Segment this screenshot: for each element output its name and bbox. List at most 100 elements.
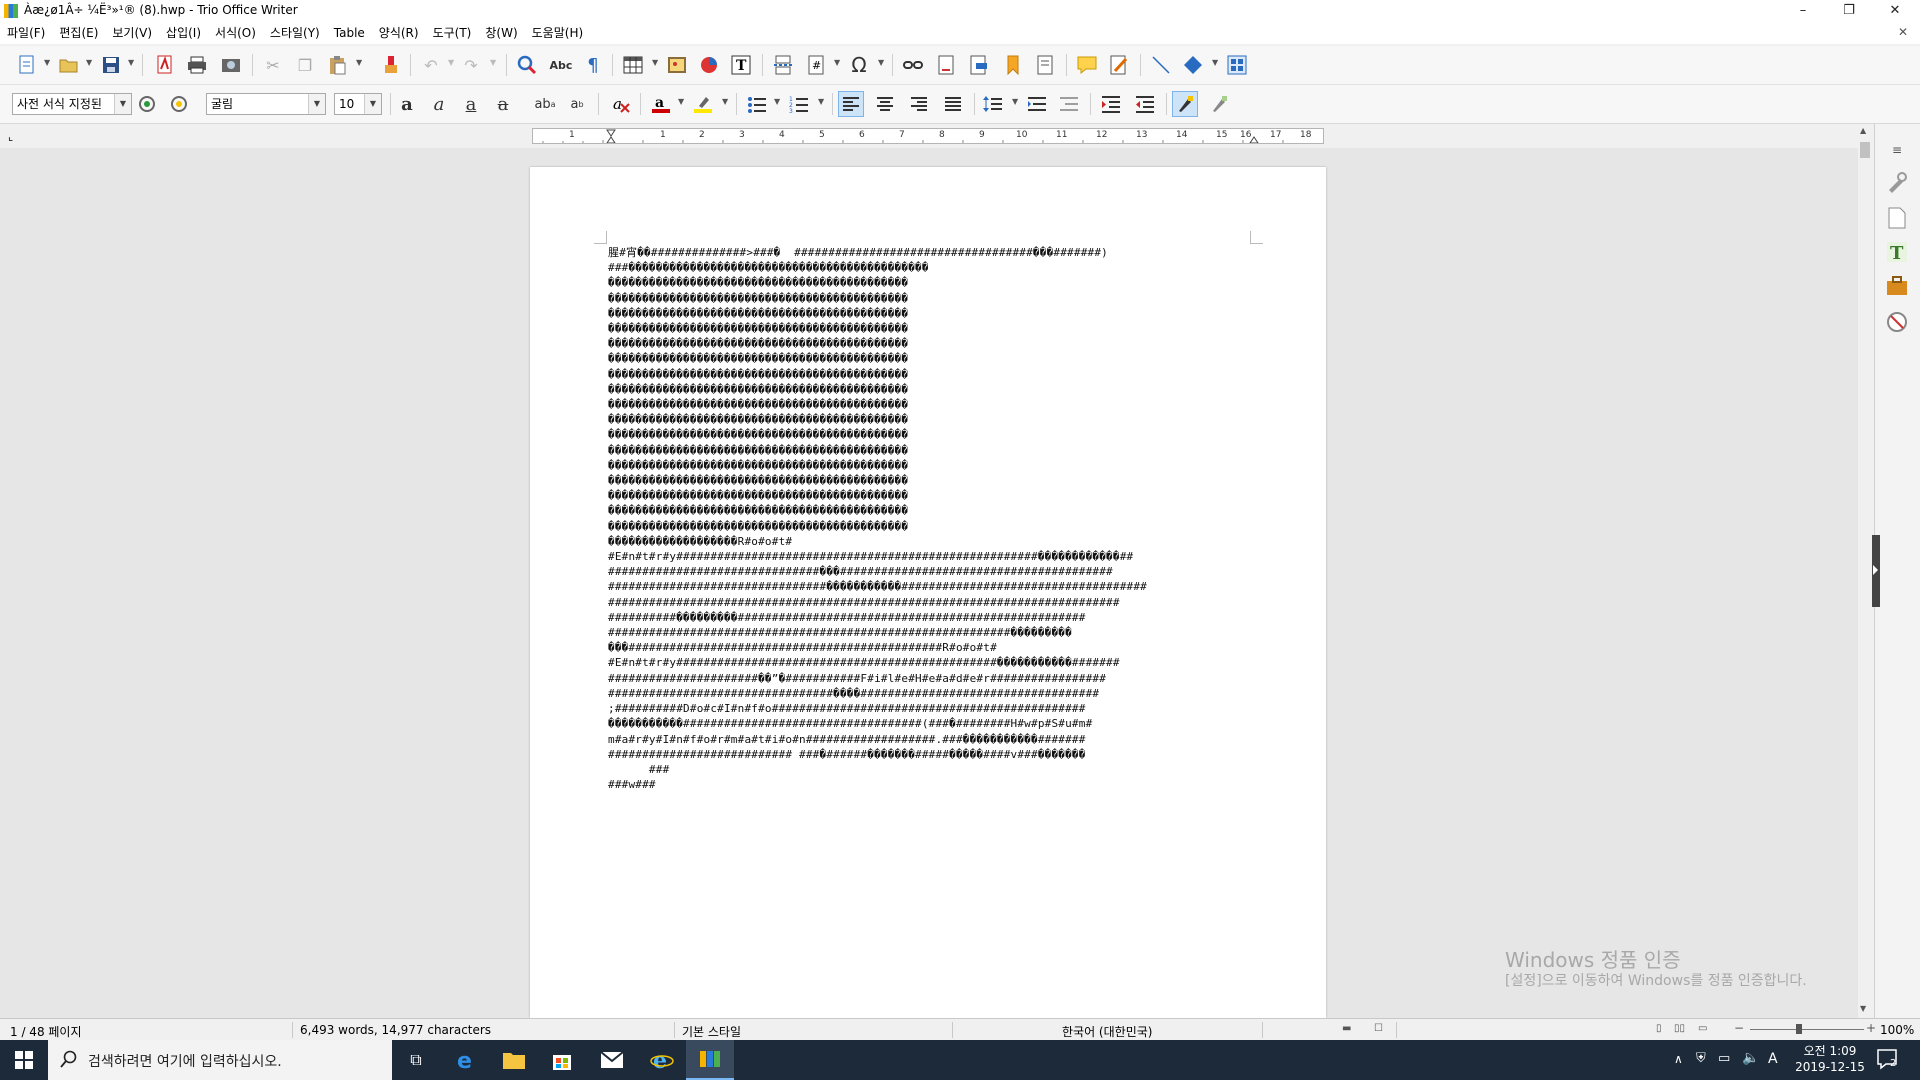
chevron-down-icon[interactable]: ▼ — [114, 94, 131, 114]
insert-textbox-icon[interactable]: T — [728, 52, 754, 78]
clock[interactable]: 오전 1:09 2019-12-15 — [1790, 1043, 1870, 1075]
menu-help[interactable]: 도움말(H) — [525, 22, 591, 44]
horizontal-ruler[interactable]: 1 1 2 3 4 5 6 7 8 9 10 11 12 13 14 15 16… — [532, 128, 1324, 144]
new-document-icon[interactable] — [14, 52, 40, 78]
menu-insert[interactable]: 삽입(I) — [159, 22, 208, 44]
update-style-icon[interactable] — [134, 91, 160, 117]
start-button[interactable] — [0, 1040, 48, 1080]
italic-icon[interactable]: a — [426, 91, 452, 117]
zoom-out-icon[interactable]: − — [1734, 1021, 1744, 1035]
network-icon[interactable]: ▭ — [1718, 1051, 1730, 1066]
zoom-in-icon[interactable]: + — [1866, 1021, 1876, 1035]
font-color-icon[interactable]: a — [648, 91, 674, 117]
document-page[interactable]: 腥#宵��##############>###� ###############… — [530, 167, 1326, 1018]
cross-reference-icon[interactable] — [1032, 52, 1058, 78]
save-dropdown-icon[interactable]: ▼ — [128, 58, 134, 67]
insert-table-icon[interactable] — [620, 52, 646, 78]
chevron-down-icon[interactable]: ▼ — [308, 94, 325, 114]
security-icon[interactable]: ⛨ — [1696, 1051, 1706, 1066]
page-icon[interactable] — [1883, 204, 1911, 232]
word-count[interactable]: 6,493 words, 14,977 characters — [300, 1023, 491, 1037]
paste-dropdown-icon[interactable]: ▼ — [356, 58, 362, 67]
ime-indicator[interactable]: A — [1768, 1051, 1778, 1067]
show-hidden-icons-chevron-icon[interactable]: ∧ — [1674, 1052, 1683, 1066]
zoom-level[interactable]: 100% — [1880, 1023, 1914, 1037]
cut-icon[interactable]: ✂ — [260, 52, 286, 78]
new-dropdown-icon[interactable]: ▼ — [44, 58, 50, 67]
clear-formatting-icon[interactable]: a — [608, 91, 634, 117]
zoom-slider[interactable] — [1750, 1029, 1864, 1030]
subscript-icon[interactable]: ab — [564, 91, 590, 117]
open-folder-icon[interactable] — [56, 52, 82, 78]
close-button[interactable]: ✕ — [1872, 0, 1918, 22]
sidebar-toggle-icon[interactable] — [1206, 91, 1232, 117]
page-count[interactable]: 1 / 48 페이지 — [10, 1023, 82, 1040]
menu-tools[interactable]: 도구(T) — [426, 22, 479, 44]
print-icon[interactable] — [184, 52, 210, 78]
styles-icon[interactable]: T — [1883, 238, 1911, 266]
menu-form[interactable]: 양식(R) — [372, 22, 426, 44]
navigator-icon[interactable] — [1883, 308, 1911, 336]
menu-edit[interactable]: 편집(E) — [52, 22, 105, 44]
bullet-list-icon[interactable] — [744, 91, 770, 117]
increase-indent-icon[interactable] — [1098, 91, 1124, 117]
endnote-icon[interactable] — [966, 52, 992, 78]
font-color-dropdown-icon[interactable]: ▼ — [678, 97, 684, 106]
chevron-down-icon[interactable]: ▼ — [364, 94, 381, 114]
bold-icon[interactable]: a — [394, 91, 420, 117]
selection-mode-icon[interactable]: ▬ — [1342, 1023, 1351, 1034]
table-dropdown-icon[interactable]: ▼ — [652, 58, 658, 67]
scrollbar-thumb[interactable] — [1860, 142, 1870, 158]
book-view-icon[interactable]: ▭ — [1698, 1023, 1707, 1034]
page-break-icon[interactable] — [770, 52, 796, 78]
numbered-list-icon[interactable]: 123 — [786, 91, 812, 117]
menu-file[interactable]: 파일(F) — [0, 22, 52, 44]
show-draw-functions-icon[interactable] — [1224, 52, 1250, 78]
edge-browser-icon[interactable]: e — [442, 1040, 490, 1080]
insert-image-icon[interactable] — [664, 52, 690, 78]
line-spacing-dropdown-icon[interactable]: ▼ — [1012, 97, 1018, 106]
open-dropdown-icon[interactable]: ▼ — [86, 58, 92, 67]
tab-stop-selector[interactable]: ⌞ — [8, 130, 13, 143]
document-modified-icon[interactable]: ☐ — [1374, 1023, 1383, 1034]
menu-table[interactable]: Table — [327, 22, 372, 44]
superscript-icon[interactable]: ab a — [532, 91, 558, 117]
bullet-dropdown-icon[interactable]: ▼ — [774, 97, 780, 106]
justify-icon[interactable] — [940, 91, 966, 117]
scroll-up-icon[interactable]: ▲ — [1860, 126, 1866, 135]
redo-dropdown-icon[interactable]: ▼ — [490, 58, 496, 67]
highlight-color-icon[interactable] — [690, 91, 716, 117]
document-body-text[interactable]: 腥#宵��##############>###� ###############… — [608, 245, 1258, 792]
export-pdf-icon[interactable] — [152, 52, 178, 78]
insert-chart-icon[interactable] — [696, 52, 722, 78]
multi-page-view-icon[interactable]: ▯▯ — [1674, 1023, 1685, 1034]
store-icon[interactable] — [538, 1040, 586, 1080]
field-dropdown-icon[interactable]: ▼ — [834, 58, 840, 67]
minimize-button[interactable]: – — [1780, 0, 1826, 22]
trio-office-writer-taskbar-icon[interactable] — [686, 1040, 734, 1080]
align-right-icon[interactable] — [906, 91, 932, 117]
comment-icon[interactable] — [1074, 52, 1100, 78]
sidebar-collapse-handle[interactable] — [1872, 535, 1880, 607]
clone-formatting-icon[interactable] — [378, 52, 404, 78]
single-page-view-icon[interactable]: ▯ — [1656, 1023, 1662, 1034]
paintbrush-icon[interactable] — [1172, 91, 1198, 117]
highlight-dropdown-icon[interactable]: ▼ — [722, 97, 728, 106]
align-center-icon[interactable] — [872, 91, 898, 117]
basic-shapes-icon[interactable] — [1180, 52, 1206, 78]
text-language[interactable]: 한국어 (대한민국) — [1062, 1023, 1152, 1040]
find-replace-icon[interactable] — [514, 52, 540, 78]
underline-icon[interactable]: a — [458, 91, 484, 117]
new-style-icon[interactable] — [166, 91, 192, 117]
menu-styles[interactable]: 스타일(Y) — [263, 22, 327, 44]
draw-line-icon[interactable] — [1148, 52, 1174, 78]
font-name-select[interactable]: 굴림 ▼ — [206, 93, 326, 115]
vertical-scrollbar[interactable]: ▲ ▼ — [1858, 124, 1872, 1018]
undo-dropdown-icon[interactable]: ▼ — [448, 58, 454, 67]
insert-field-icon[interactable]: # — [804, 52, 830, 78]
hyperlink-icon[interactable] — [900, 52, 926, 78]
track-changes-icon[interactable] — [1106, 52, 1132, 78]
taskbar-search-box[interactable]: 검색하려면 여기에 입력하십시오. — [48, 1040, 392, 1080]
align-left-icon[interactable] — [838, 91, 864, 117]
page-style[interactable]: 기본 스타일 — [682, 1023, 741, 1040]
